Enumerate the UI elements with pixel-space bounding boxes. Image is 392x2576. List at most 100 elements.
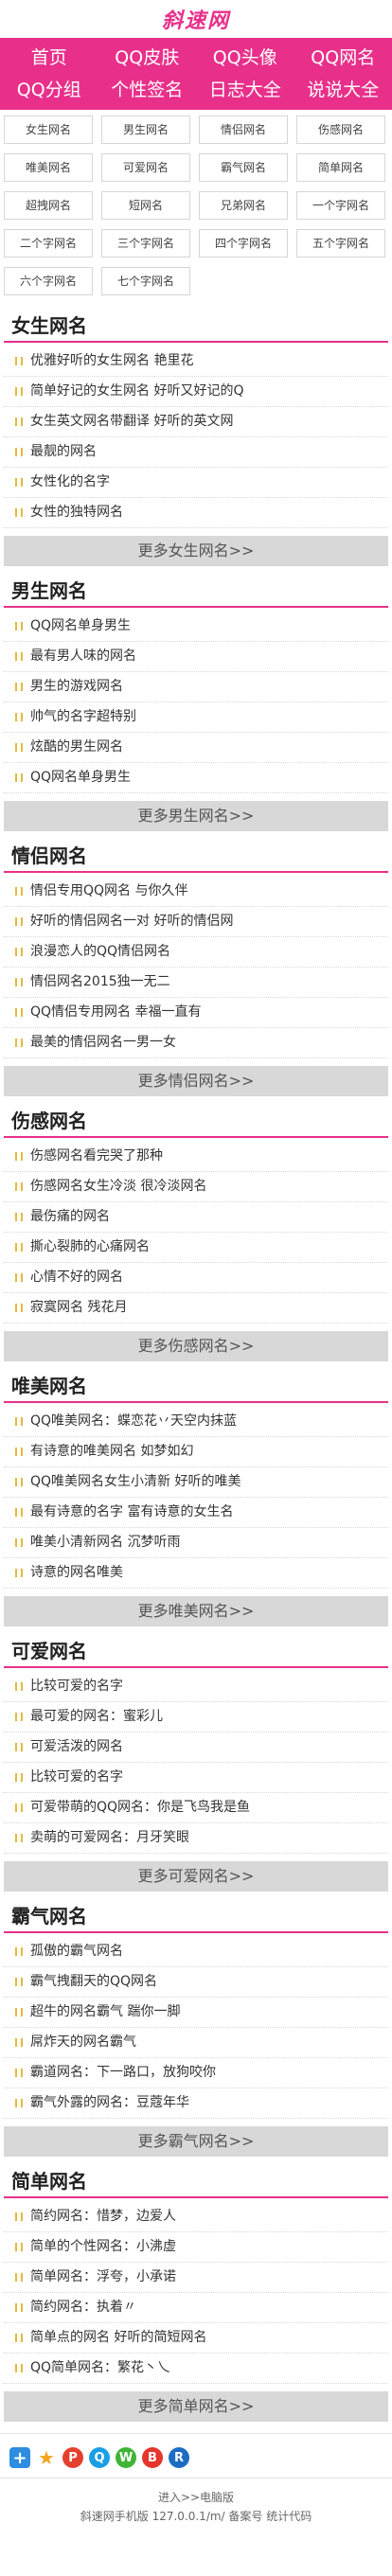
more-button[interactable]: 更多简单网名>> xyxy=(4,2391,388,2422)
tag-link[interactable]: 六个字网名 xyxy=(4,267,93,295)
list-item[interactable]: 男生的游戏网名 xyxy=(4,672,388,702)
more-button[interactable]: 更多伤感网名>> xyxy=(4,1331,388,1361)
list-item[interactable]: 霸气外露的网名：豆蔻年华 xyxy=(4,2088,388,2119)
list-item[interactable]: 好听的情侣网名一对 好听的情侣网 xyxy=(4,907,388,937)
list-item[interactable]: 简单的个性网名：小沸虚 xyxy=(4,2232,388,2263)
list-item[interactable]: 女性的独特网名 xyxy=(4,498,388,528)
list-item[interactable]: 心情不好的网名 xyxy=(4,1263,388,1293)
list-item[interactable]: 比较可爱的名字 xyxy=(4,1672,388,1702)
bullet-icon xyxy=(15,2243,23,2251)
bullet-icon xyxy=(15,357,23,365)
list-item-label: 撕心裂肺的心痛网名 xyxy=(30,1239,150,1254)
list-item[interactable]: 孤傲的霸气网名 xyxy=(4,1937,388,1967)
list-item[interactable]: 霸气拽翻天的QQ网名 xyxy=(4,1967,388,1998)
list-item[interactable]: 最伤痛的网名 xyxy=(4,1202,388,1233)
site-logo[interactable]: 斜速网 xyxy=(162,4,230,34)
tag-link[interactable]: 超拽网名 xyxy=(4,191,93,220)
list-item[interactable]: 简约网名：惜梦，边爱人 xyxy=(4,2202,388,2232)
more-button[interactable]: 更多情侣网名>> xyxy=(4,1066,388,1096)
tag-link[interactable]: 二个字网名 xyxy=(4,229,93,258)
list-item-label: 最可爱的网名：蜜彩儿 xyxy=(30,1709,163,1724)
list-item[interactable]: 优雅好听的女生网名 艳里花 xyxy=(4,346,388,377)
wechat-icon[interactable]: W xyxy=(116,2447,136,2468)
tag-link[interactable]: 简单网名 xyxy=(296,153,385,182)
list-item[interactable]: 女性化的名字 xyxy=(4,468,388,498)
tag-link[interactable]: 霸气网名 xyxy=(199,153,288,182)
nav-item-journal[interactable]: 日志大全 xyxy=(196,74,294,106)
plus-icon[interactable]: + xyxy=(9,2447,30,2468)
nav-item-qq-skin[interactable]: QQ皮肤 xyxy=(98,42,197,74)
list-item[interactable]: 简约网名：执着〃 xyxy=(4,2293,388,2323)
nav-item-signature[interactable]: 个性签名 xyxy=(98,74,197,106)
tag-link[interactable]: 五个字网名 xyxy=(296,229,385,258)
list-item[interactable]: 帅气的名字超特别 xyxy=(4,702,388,733)
tag-link[interactable]: 短网名 xyxy=(101,191,190,220)
tag-link[interactable]: 唯美网名 xyxy=(4,153,93,182)
list-item[interactable]: 卖萌的可爱网名：月牙笑眼 xyxy=(4,1823,388,1854)
tag-link[interactable]: 七个字网名 xyxy=(101,267,190,295)
list-item[interactable]: 简单网名：浮夸，小承诺 xyxy=(4,2263,388,2293)
name-section: 唯美网名 QQ唯美网名：蝶恋花丷天空内抹蓝 有诗意的唯美网名 如梦如幻 QQ唯美网名女… xyxy=(0,1365,392,1626)
list-item[interactable]: 最有男人味的网名 xyxy=(4,642,388,672)
list-item[interactable]: 最可爱的网名：蜜彩儿 xyxy=(4,1702,388,1732)
list-item[interactable]: 简单点的网名 好听的简短网名 xyxy=(4,2323,388,2354)
list-item[interactable]: 霸道网名：下一路口，放狗咬你 xyxy=(4,2058,388,2088)
tag-link[interactable]: 四个字网名 xyxy=(199,229,288,258)
list-item[interactable]: 最有诗意的名字 富有诗意的女生名 xyxy=(4,1498,388,1528)
nav-item-qq-avatar[interactable]: QQ头像 xyxy=(196,42,294,74)
tag-link[interactable]: 三个字网名 xyxy=(101,229,190,258)
bullet-icon xyxy=(15,622,23,631)
list-item[interactable]: 情侣专用QQ网名 与你久伴 xyxy=(4,877,388,907)
list-item[interactable]: QQ网名单身男生 xyxy=(4,763,388,793)
list-item[interactable]: 寂寞网名 残花月 xyxy=(4,1293,388,1324)
list-item[interactable]: 浪漫恋人的QQ情侣网名 xyxy=(4,937,388,968)
more-button[interactable]: 更多唯美网名>> xyxy=(4,1596,388,1626)
list-item[interactable]: 超牛的网名霸气 踹你一脚 xyxy=(4,1998,388,2028)
tag-link[interactable]: 男生网名 xyxy=(101,115,190,144)
list-item[interactable]: 伤感网名女生冷淡 很冷淡网名 xyxy=(4,1172,388,1202)
tag-link[interactable]: 可爱网名 xyxy=(101,153,190,182)
list-item[interactable]: 可爱活泼的网名 xyxy=(4,1732,388,1763)
list-item[interactable]: 撕心裂肺的心痛网名 xyxy=(4,1233,388,1263)
list-item[interactable]: QQ网名单身男生 xyxy=(4,612,388,642)
section-title: 男生网名 xyxy=(4,570,388,608)
renren-icon[interactable]: R xyxy=(169,2447,189,2468)
category-tags: 女生网名 男生网名 情侣网名 伤感网名 唯美网名 可爱网名 霸气网名 简单网名 … xyxy=(0,110,392,301)
list-item[interactable]: 女生英文网名带翻译 好听的英文网 xyxy=(4,407,388,437)
list-item[interactable]: 有诗意的唯美网名 如梦如幻 xyxy=(4,1437,388,1467)
list-item[interactable]: 比较可爱的名字 xyxy=(4,1763,388,1793)
list-item[interactable]: 可爱带萌的QQ网名：你是飞鸟我是鱼 xyxy=(4,1793,388,1823)
list-item[interactable]: 最美的情侣网名一男一女 xyxy=(4,1028,388,1058)
desktop-version-link[interactable]: 进入>>电脑版 xyxy=(158,2491,234,2504)
nav-item-qq-group[interactable]: QQ分组 xyxy=(0,74,98,106)
star-icon[interactable]: ★ xyxy=(36,2446,57,2469)
list-item[interactable]: 唯美小清新网名 沉梦听雨 xyxy=(4,1528,388,1558)
list-item[interactable]: 最靓的网名 xyxy=(4,437,388,468)
qq-icon[interactable]: Q xyxy=(89,2447,110,2468)
nav-item-status[interactable]: 说说大全 xyxy=(294,74,392,106)
list-item[interactable]: 简单好记的女生网名 好听又好记的Q xyxy=(4,377,388,407)
list-item-label: 伤感网名女生冷淡 很冷淡网名 xyxy=(30,1179,207,1194)
more-button[interactable]: 更多霸气网名>> xyxy=(4,2126,388,2157)
more-button[interactable]: 更多可爱网名>> xyxy=(4,1861,388,1892)
list-item[interactable]: 情侣网名2015独一无二 xyxy=(4,968,388,998)
weibo-icon[interactable]: B xyxy=(142,2447,163,2468)
nav-item-qq-nickname[interactable]: QQ网名 xyxy=(294,42,392,74)
more-button[interactable]: 更多女生网名>> xyxy=(4,536,388,566)
list-item[interactable]: QQ情侣专用网名 幸福一直有 xyxy=(4,998,388,1028)
more-button[interactable]: 更多男生网名>> xyxy=(4,801,388,831)
list-item[interactable]: QQ简单网名：繁花丶乀 xyxy=(4,2354,388,2384)
pinterest-icon[interactable]: P xyxy=(62,2447,83,2468)
tag-link[interactable]: 情侣网名 xyxy=(199,115,288,144)
tag-link[interactable]: 伤感网名 xyxy=(296,115,385,144)
tag-link[interactable]: 兄弟网名 xyxy=(199,191,288,220)
nav-item-home[interactable]: 首页 xyxy=(0,42,98,74)
list-item[interactable]: 诗意的网名唯美 xyxy=(4,1558,388,1589)
list-item[interactable]: 屌炸天的网名霸气 xyxy=(4,2028,388,2058)
list-item[interactable]: QQ唯美网名女生小清新 好听的唯美 xyxy=(4,1467,388,1498)
list-item[interactable]: QQ唯美网名：蝶恋花丷天空内抹蓝 xyxy=(4,1407,388,1437)
list-item[interactable]: 伤感网名看完哭了那种 xyxy=(4,1142,388,1172)
list-item[interactable]: 炫酷的男生网名 xyxy=(4,733,388,763)
tag-link[interactable]: 一个字网名 xyxy=(296,191,385,220)
tag-link[interactable]: 女生网名 xyxy=(4,115,93,144)
